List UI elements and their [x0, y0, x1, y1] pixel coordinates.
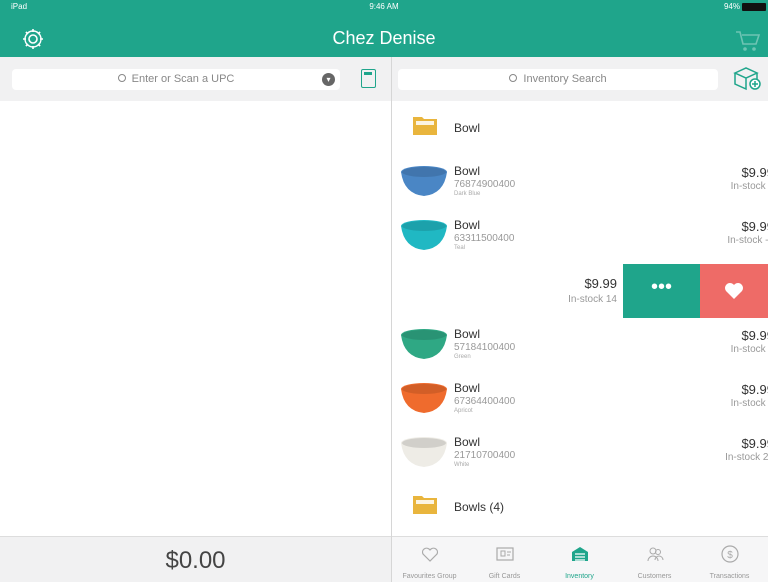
item-stock: In-stock 0 [730, 181, 768, 192]
battery-percent: 94% [723, 2, 740, 11]
tab-transactions[interactable]: $ Transactions [692, 537, 767, 582]
list-item[interactable]: Bowl67364400400Apricot $9.99In-stock 3 [392, 372, 768, 426]
heart-icon [421, 547, 439, 562]
svg-text:$: $ [727, 550, 733, 561]
inventory-placeholder: Inventory Search [523, 73, 607, 85]
item-stock: In-stock -2 [727, 235, 768, 246]
folder-item[interactable]: Bowl [392, 101, 768, 155]
item-price: $9.99 [584, 276, 617, 291]
item-upc: 63311500400 [454, 233, 515, 244]
gift-card-icon [496, 547, 514, 561]
status-bar: iPad 9:46 AM 94% [0, 0, 768, 14]
tab-favourites-group[interactable]: Favourites Group [392, 537, 467, 582]
item-price: $9.99 [741, 165, 768, 180]
item-stock: In-stock 5 [730, 344, 768, 355]
upc-placeholder: Enter or Scan a UPC [131, 73, 235, 85]
tab-label: Customers [637, 573, 672, 580]
more-options-button[interactable]: ••• [623, 264, 700, 318]
list-item[interactable]: Bowl76874900400Dark Blue $9.99In-stock 0 [392, 155, 768, 209]
calculator-icon[interactable] [361, 69, 376, 88]
chevron-down-icon[interactable]: ▾ [322, 73, 335, 86]
item-stock: In-stock 3 [730, 398, 768, 409]
item-color: Green [454, 354, 471, 360]
page-title: Chez Denise [332, 28, 436, 48]
item-color: Teal [454, 245, 466, 251]
list-item[interactable]: Bowl57184100400Green $9.99In-stock 5 [392, 318, 768, 372]
app-header: iPad 9:46 AM 94% Chez Denise [0, 0, 768, 57]
inventory-icon [572, 547, 588, 561]
battery-icon [742, 3, 766, 11]
upc-search-input[interactable]: Enter or Scan a UPC ▾ [12, 69, 340, 90]
status-time: 9:46 AM [369, 2, 399, 11]
folder-item[interactable]: Bowls (4) [392, 480, 768, 534]
item-name: Bowls (4) [454, 500, 505, 514]
inventory-search-bar: Inventory Search [392, 57, 768, 101]
bowl-image [401, 166, 447, 196]
item-upc: 57184100400 [454, 342, 516, 353]
item-stock: In-stock 21 [725, 452, 768, 463]
swiped-list-item[interactable]: $9.99 In-stock 14 ••• [392, 264, 768, 318]
search-icon [117, 74, 126, 82]
item-color: Apricot [454, 408, 473, 414]
list-item[interactable]: Bowl21710700400White $9.99In-stock 21 [392, 426, 768, 480]
add-product-icon[interactable] [732, 65, 762, 91]
customers-icon [647, 547, 664, 562]
item-name: Bowl [454, 121, 481, 135]
folder-icon [413, 496, 437, 514]
bowl-image [401, 220, 447, 250]
item-stock: In-stock 14 [568, 294, 617, 305]
cart-total: $0.00 [165, 547, 226, 574]
tab-label: Gift Cards [488, 573, 521, 580]
list-item[interactable]: Bowl63311500400Teal $9.99In-stock -2 [392, 209, 768, 263]
search-icon [509, 74, 518, 82]
bowl-image [401, 437, 447, 467]
item-upc: 76874900400 [454, 179, 516, 190]
tab-bar: Favourites Group Gift Cards Inventory Cu… [392, 536, 768, 582]
item-price: $9.99 [741, 219, 768, 234]
item-name: Bowl [454, 218, 481, 232]
cart-icon[interactable] [735, 30, 761, 52]
item-price: $9.99 [741, 382, 768, 397]
item-price: $9.99 [741, 328, 768, 343]
tab-gift-cards[interactable]: Gift Cards [467, 537, 542, 582]
item-name: Bowl [454, 435, 481, 449]
item-color: White [454, 462, 470, 468]
cart-total-bar: $0.00 [0, 536, 391, 582]
tab-label: Inventory [565, 573, 594, 580]
tab-inventory[interactable]: Inventory [542, 537, 617, 582]
tab-customers[interactable]: Customers [617, 537, 692, 582]
item-color: Dark Blue [454, 191, 481, 197]
item-upc: 67364400400 [454, 396, 516, 407]
item-name: Bowl [454, 381, 481, 395]
tab-label: Transactions [709, 573, 750, 580]
tab-label: Favourites Group [402, 573, 457, 580]
item-name: Bowl [454, 164, 481, 178]
heart-icon [725, 283, 743, 299]
dollar-icon: $ [721, 545, 739, 563]
bowl-image [401, 383, 447, 413]
item-price: $9.99 [741, 436, 768, 451]
bowl-image [401, 329, 447, 359]
item-upc: 21710700400 [454, 450, 516, 461]
inventory-search-input[interactable]: Inventory Search [398, 69, 718, 90]
folder-icon [413, 117, 437, 135]
upc-search-bar: Enter or Scan a UPC ▾ [0, 57, 391, 101]
item-name: Bowl [454, 327, 481, 341]
favorite-button[interactable] [700, 264, 768, 318]
